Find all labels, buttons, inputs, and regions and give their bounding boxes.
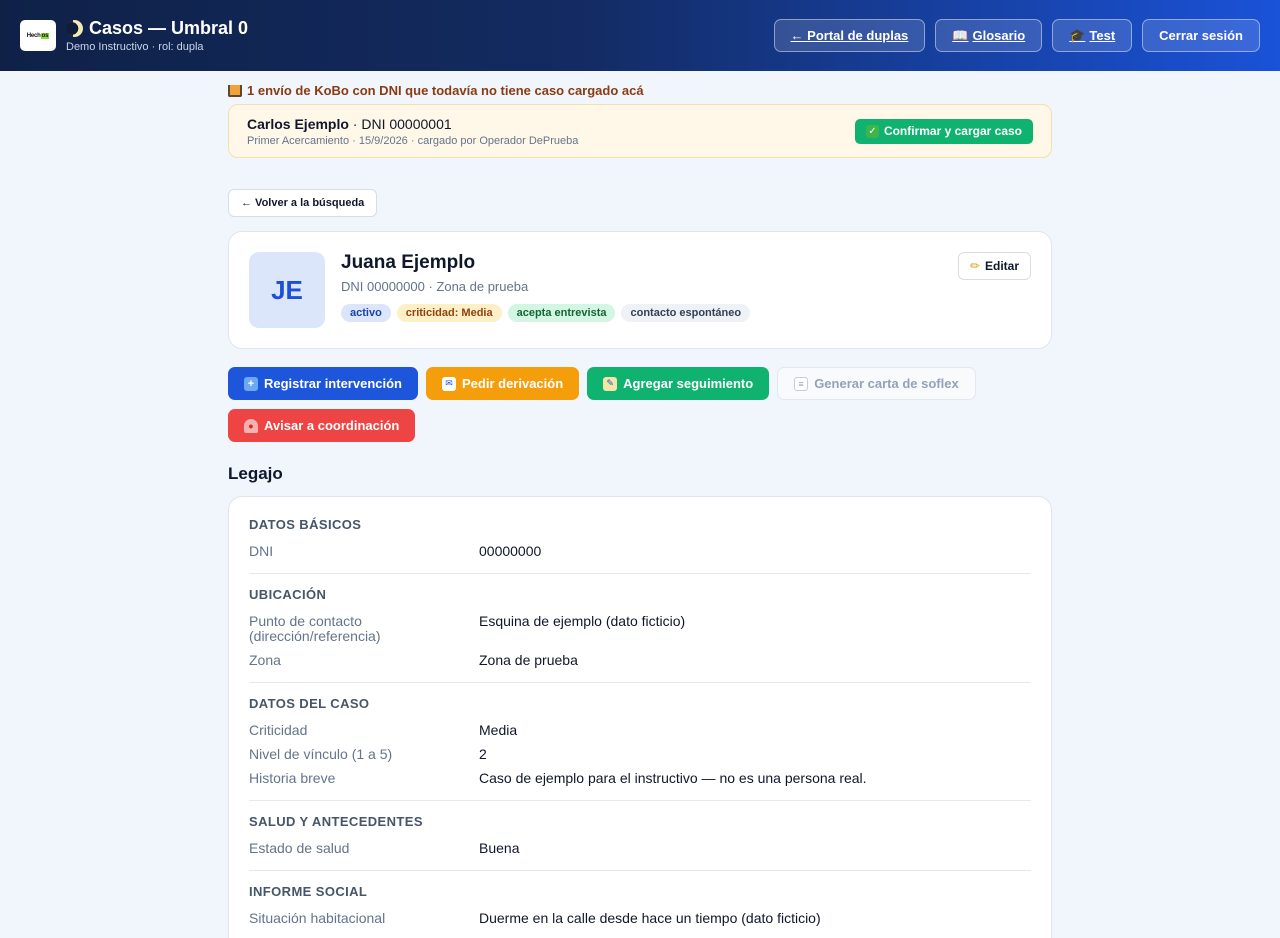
field-value: Media — [479, 722, 518, 738]
section-heading: INFORME SOCIAL — [249, 884, 368, 899]
add-followup-label: Agregar seguimiento — [623, 376, 754, 391]
brand: Casos — Umbral 0 Demo Instructivo · rol:… — [66, 18, 248, 53]
top-bar: Hechos Casos — Umbral 0 Demo Instructivo… — [0, 0, 1280, 71]
field-row: Zona Zona de prueba — [249, 653, 1031, 668]
field-label: Nivel de vínculo (1 a 5) — [249, 746, 393, 762]
section-salud: SALUD Y ANTECEDENTES Estado de salud Buen… — [249, 814, 1031, 871]
test-link[interactable]: 🎓 Test — [1052, 19, 1133, 52]
kobo-notice-text: 1 envío de KoBo con DNI que todavía no t… — [247, 83, 644, 98]
field-value: Zona de prueba — [479, 652, 578, 668]
register-intervention-label: Registrar intervención — [264, 376, 402, 391]
moon-icon — [66, 20, 83, 37]
field-label: Estado de salud — [249, 840, 350, 856]
field-value: Caso de ejemplo para el instructivo — no… — [479, 770, 867, 786]
glosario-label: Glosario — [972, 28, 1026, 43]
kobo-notice: 1 envío de KoBo con DNI que todavía no t… — [228, 83, 1052, 98]
graduation-cap-icon: 🎓 — [1069, 27, 1086, 43]
edit-label: Editar — [984, 259, 1019, 273]
field-row: Nivel de vínculo (1 a 5) 2 — [249, 747, 1031, 762]
memo-icon: ✎ — [603, 376, 618, 391]
profile-name: Juana Ejemplo — [341, 252, 476, 273]
request-derivation-label: Pedir derivación — [462, 376, 564, 391]
inbox-tray-icon — [228, 84, 242, 97]
app-logo[interactable]: Hechos — [20, 20, 56, 51]
section-heading: DATOS BÁSICOS — [249, 517, 362, 532]
field-label: Historia breve — [249, 770, 336, 786]
field-label: Punto de contacto (dirección/referencia) — [249, 613, 381, 644]
field-row: Historia breve Caso de ejemplo para el in… — [249, 771, 1031, 786]
test-label: Test — [1089, 28, 1116, 43]
section-heading: SALUD Y ANTECEDENTES — [249, 814, 423, 829]
notify-coordination-button[interactable]: ● Avisar a coordinación — [228, 409, 416, 442]
check-icon: ✓ — [865, 124, 879, 138]
edit-button[interactable]: ✏ Editar — [957, 252, 1031, 280]
profile-info: Juana Ejemplo DNI 00000000 · Zona de pru… — [341, 252, 751, 328]
profile-dni-zone: DNI 00000000 · Zona de prueba — [341, 279, 529, 294]
field-value: Esquina de ejemplo (dato ficticio) — [479, 613, 686, 629]
field-row: DNI 00000000 — [249, 544, 1031, 559]
document-icon: ≡ — [794, 376, 809, 391]
field-row: Estado de salud Buena — [249, 841, 1031, 856]
notify-coordination-label: Avisar a coordinación — [264, 418, 400, 433]
field-label: Zona — [249, 652, 281, 668]
section-datos-basicos: DATOS BÁSICOS DNI 00000000 — [249, 517, 1031, 574]
app-title: Casos — Umbral 0 — [89, 18, 249, 38]
field-label: DNI — [249, 543, 274, 559]
section-informe-social: INFORME SOCIAL Situación habitacional Due… — [249, 884, 1031, 938]
kobo-person: Carlos Ejemplo · DNI 00000001 — [247, 116, 578, 132]
confirm-load-case-button[interactable]: ✓ Confirmar y cargar caso — [854, 118, 1033, 144]
criticality-badge: criticidad: Media — [396, 304, 502, 322]
field-value: Buena — [479, 840, 520, 856]
field-row: Punto de contacto (dirección/referencia)… — [249, 614, 1031, 644]
app-title-row: Casos — Umbral 0 — [66, 18, 248, 39]
profile-card: JE Juana Ejemplo DNI 00000000 · Zona de … — [228, 231, 1052, 349]
section-heading: DATOS DEL CASO — [249, 696, 370, 711]
pencil-icon: ✏ — [969, 259, 980, 273]
portal-duplas-label: ← Portal de duplas — [790, 28, 909, 43]
generate-letter-button[interactable]: ≡ Generar carta de soflex — [777, 367, 976, 400]
envelope-icon: ✉ — [442, 376, 456, 391]
glosario-link[interactable]: 📖 Glosario — [935, 19, 1043, 52]
app-subtitle: Demo Instructivo · rol: dupla — [66, 41, 204, 53]
case-actions: + Registrar intervención ✉ Pedir derivació… — [228, 367, 998, 442]
interview-badge: acepta entrevista — [507, 304, 616, 322]
field-value: 2 — [479, 746, 487, 762]
field-row: Situación habitacional Duerme en la calle… — [249, 911, 1031, 926]
main-content: 1 envío de KoBo con DNI que todavía no t… — [228, 71, 1052, 938]
section-ubicacion: UBICACIÓN Punto de contacto (dirección/r… — [249, 587, 1031, 683]
section-datos-del-caso: DATOS DEL CASO Criticidad Media Nivel de … — [249, 696, 1031, 801]
register-intervention-button[interactable]: + Registrar intervención — [228, 367, 418, 400]
contact-type-badge: contacto espontáneo — [621, 304, 751, 322]
kobo-person-name: Carlos Ejemplo — [247, 115, 349, 132]
logout-label: Cerrar sesión — [1159, 28, 1243, 43]
legajo-card: DATOS BÁSICOS DNI 00000000 UBICACIÓN Punt… — [228, 496, 1052, 938]
kobo-meta: Primer Acercamiento · 15/9/2026 · cargad… — [247, 134, 579, 147]
book-icon: 📖 — [952, 27, 969, 43]
kobo-pending-card: Carlos Ejemplo · DNI 00000001 Primer Ace… — [228, 104, 1052, 158]
field-row: Criticidad Media — [249, 723, 1031, 738]
generate-letter-label: Generar carta de soflex — [814, 376, 959, 391]
logo-text: Hechos — [26, 32, 50, 39]
field-value: 00000000 — [479, 543, 542, 559]
section-heading: UBICACIÓN — [249, 587, 327, 602]
logout-button[interactable]: Cerrar sesión — [1142, 19, 1260, 52]
confirm-load-case-label: Confirmar y cargar caso — [883, 124, 1022, 138]
profile-tags: activo criticidad: Media acepta entrevis… — [341, 304, 751, 322]
back-to-search-button[interactable]: ← Volver a la búsqueda — [228, 189, 378, 217]
top-nav: ← Portal de duplas 📖 Glosario 🎓 Test Cerra… — [773, 19, 1260, 52]
avatar: JE — [249, 252, 325, 328]
field-label: Situación habitacional — [249, 910, 386, 926]
field-label: Criticidad — [249, 722, 308, 738]
kobo-person-dni: · DNI 00000001 — [348, 115, 452, 132]
siren-icon: ● — [244, 418, 258, 433]
request-derivation-button[interactable]: ✉ Pedir derivación — [426, 367, 580, 400]
add-followup-button[interactable]: ✎ Agregar seguimiento — [587, 367, 770, 400]
field-value: Duerme en la calle desde hace un tiempo … — [479, 910, 821, 926]
status-badge: activo — [341, 304, 391, 322]
plus-icon: + — [244, 376, 258, 391]
portal-duplas-link[interactable]: ← Portal de duplas — [773, 19, 926, 52]
legajo-title: Legajo — [228, 464, 283, 483]
